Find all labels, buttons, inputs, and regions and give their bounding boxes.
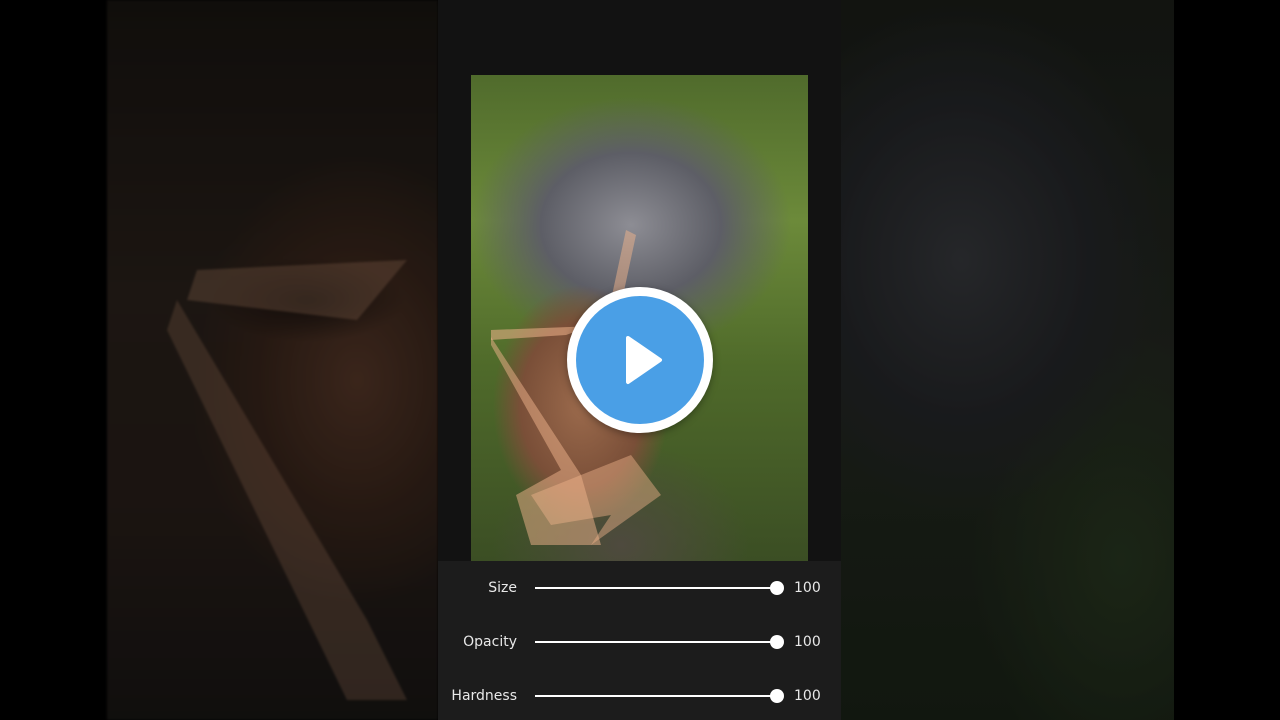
slider-hardness: Hardness 100 [438, 684, 841, 708]
slider-label: Hardness [451, 688, 517, 704]
slider-track[interactable] [535, 581, 784, 595]
slider-thumb[interactable] [770, 581, 784, 595]
slider-fill [535, 695, 777, 697]
slider-track[interactable] [535, 689, 784, 703]
slider-value: 100 [794, 580, 821, 596]
brush-settings-panel: Size 100 Opacity 100 Hardness 100 [438, 561, 841, 720]
play-button-circle [576, 296, 704, 424]
slider-thumb[interactable] [770, 689, 784, 703]
slider-fill [535, 641, 777, 643]
slider-label: Size [488, 580, 517, 596]
play-button[interactable] [567, 287, 713, 433]
slider-size: Size 100 [438, 576, 841, 600]
slider-fill [535, 587, 777, 589]
slider-opacity: Opacity 100 [438, 630, 841, 654]
play-icon [626, 336, 662, 384]
background-blur-left [107, 0, 438, 720]
slider-track[interactable] [535, 635, 784, 649]
slider-value: 100 [794, 688, 821, 704]
slider-thumb[interactable] [770, 635, 784, 649]
slider-value: 100 [794, 634, 821, 650]
slider-label: Opacity [463, 634, 517, 650]
background-blur-right [841, 0, 1174, 720]
background-dim [107, 0, 438, 720]
background-dim [841, 0, 1174, 720]
